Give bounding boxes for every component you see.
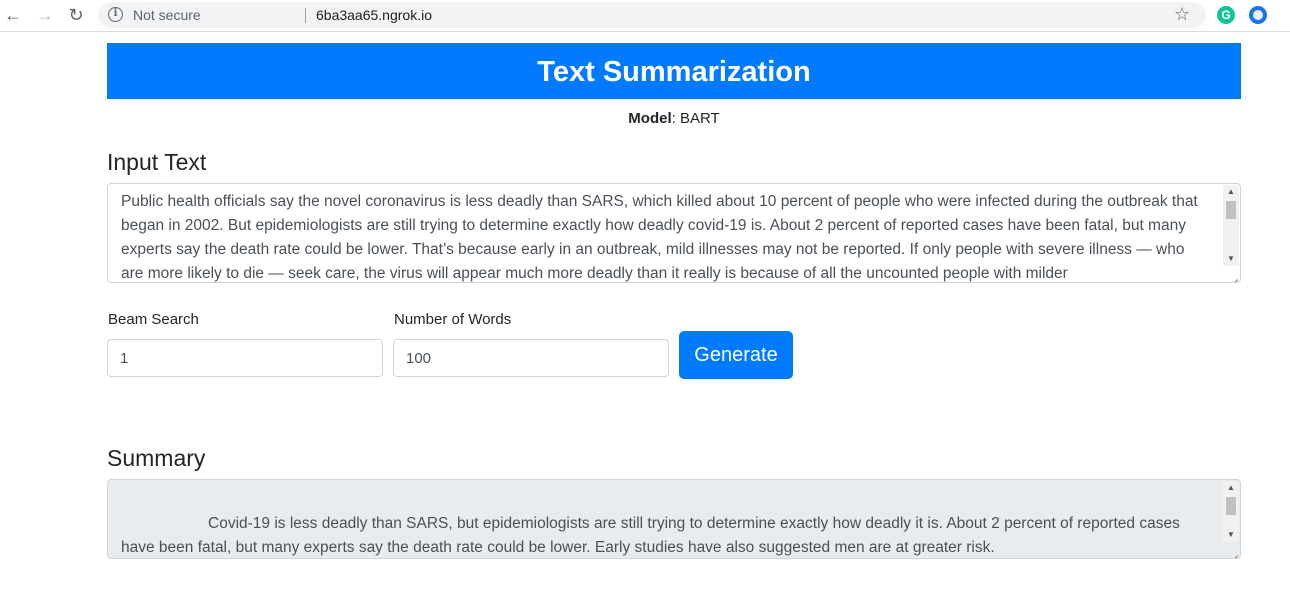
number-of-words-input[interactable] bbox=[393, 339, 669, 377]
info-icon[interactable]: i bbox=[108, 7, 123, 22]
generate-button[interactable]: Generate bbox=[679, 331, 793, 379]
back-icon[interactable]: ← bbox=[1, 4, 25, 26]
model-value: : BART bbox=[671, 110, 720, 127]
summary-scrollbar[interactable]: ▲ ▼ bbox=[1223, 481, 1239, 542]
scroll-up-icon[interactable]: ▲ bbox=[1223, 481, 1239, 495]
url-text[interactable]: 6ba3aa65.ngrok.io bbox=[316, 7, 432, 23]
security-label: Not secure bbox=[133, 7, 201, 23]
address-bar[interactable]: i Not secure 6ba3aa65.ngrok.io ☆ bbox=[98, 2, 1206, 28]
beam-search-input[interactable] bbox=[107, 339, 383, 377]
page-title: Text Summarization bbox=[107, 43, 1241, 99]
input-heading: Input Text bbox=[107, 149, 207, 175]
resize-handle-icon[interactable] bbox=[1228, 270, 1238, 280]
scroll-thumb[interactable] bbox=[1226, 201, 1236, 219]
summary-textarea[interactable]: Covid-19 is less deadly than SARS, but e… bbox=[107, 479, 1241, 559]
beam-search-label: Beam Search bbox=[108, 311, 199, 328]
number-of-words-label: Number of Words bbox=[394, 311, 512, 328]
forward-icon[interactable]: → bbox=[33, 4, 57, 26]
summary-heading: Summary bbox=[107, 445, 206, 471]
scroll-down-icon[interactable]: ▼ bbox=[1223, 528, 1239, 542]
scroll-thumb[interactable] bbox=[1226, 497, 1236, 515]
model-line: Model: BART bbox=[107, 110, 1241, 127]
grammarly-extension-icon[interactable]: G bbox=[1217, 6, 1235, 24]
model-label: Model bbox=[628, 110, 672, 127]
divider bbox=[305, 8, 306, 23]
extension-icon[interactable] bbox=[1249, 6, 1267, 24]
browser-toolbar: ← → ↻ i Not secure 6ba3aa65.ngrok.io ☆ G bbox=[0, 0, 1290, 32]
bookmark-star-icon[interactable]: ☆ bbox=[1174, 4, 1190, 25]
reload-icon[interactable]: ↻ bbox=[64, 4, 88, 26]
resize-handle-icon[interactable] bbox=[1228, 546, 1238, 556]
input-text: Public health officials say the novel co… bbox=[121, 193, 1198, 282]
scroll-down-icon[interactable]: ▼ bbox=[1223, 252, 1239, 266]
summary-text: Covid-19 is less deadly than SARS, but e… bbox=[121, 515, 1180, 556]
input-textarea[interactable]: Public health officials say the novel co… bbox=[107, 183, 1241, 283]
input-scrollbar[interactable]: ▲ ▼ bbox=[1223, 185, 1239, 266]
scroll-up-icon[interactable]: ▲ bbox=[1223, 185, 1239, 199]
